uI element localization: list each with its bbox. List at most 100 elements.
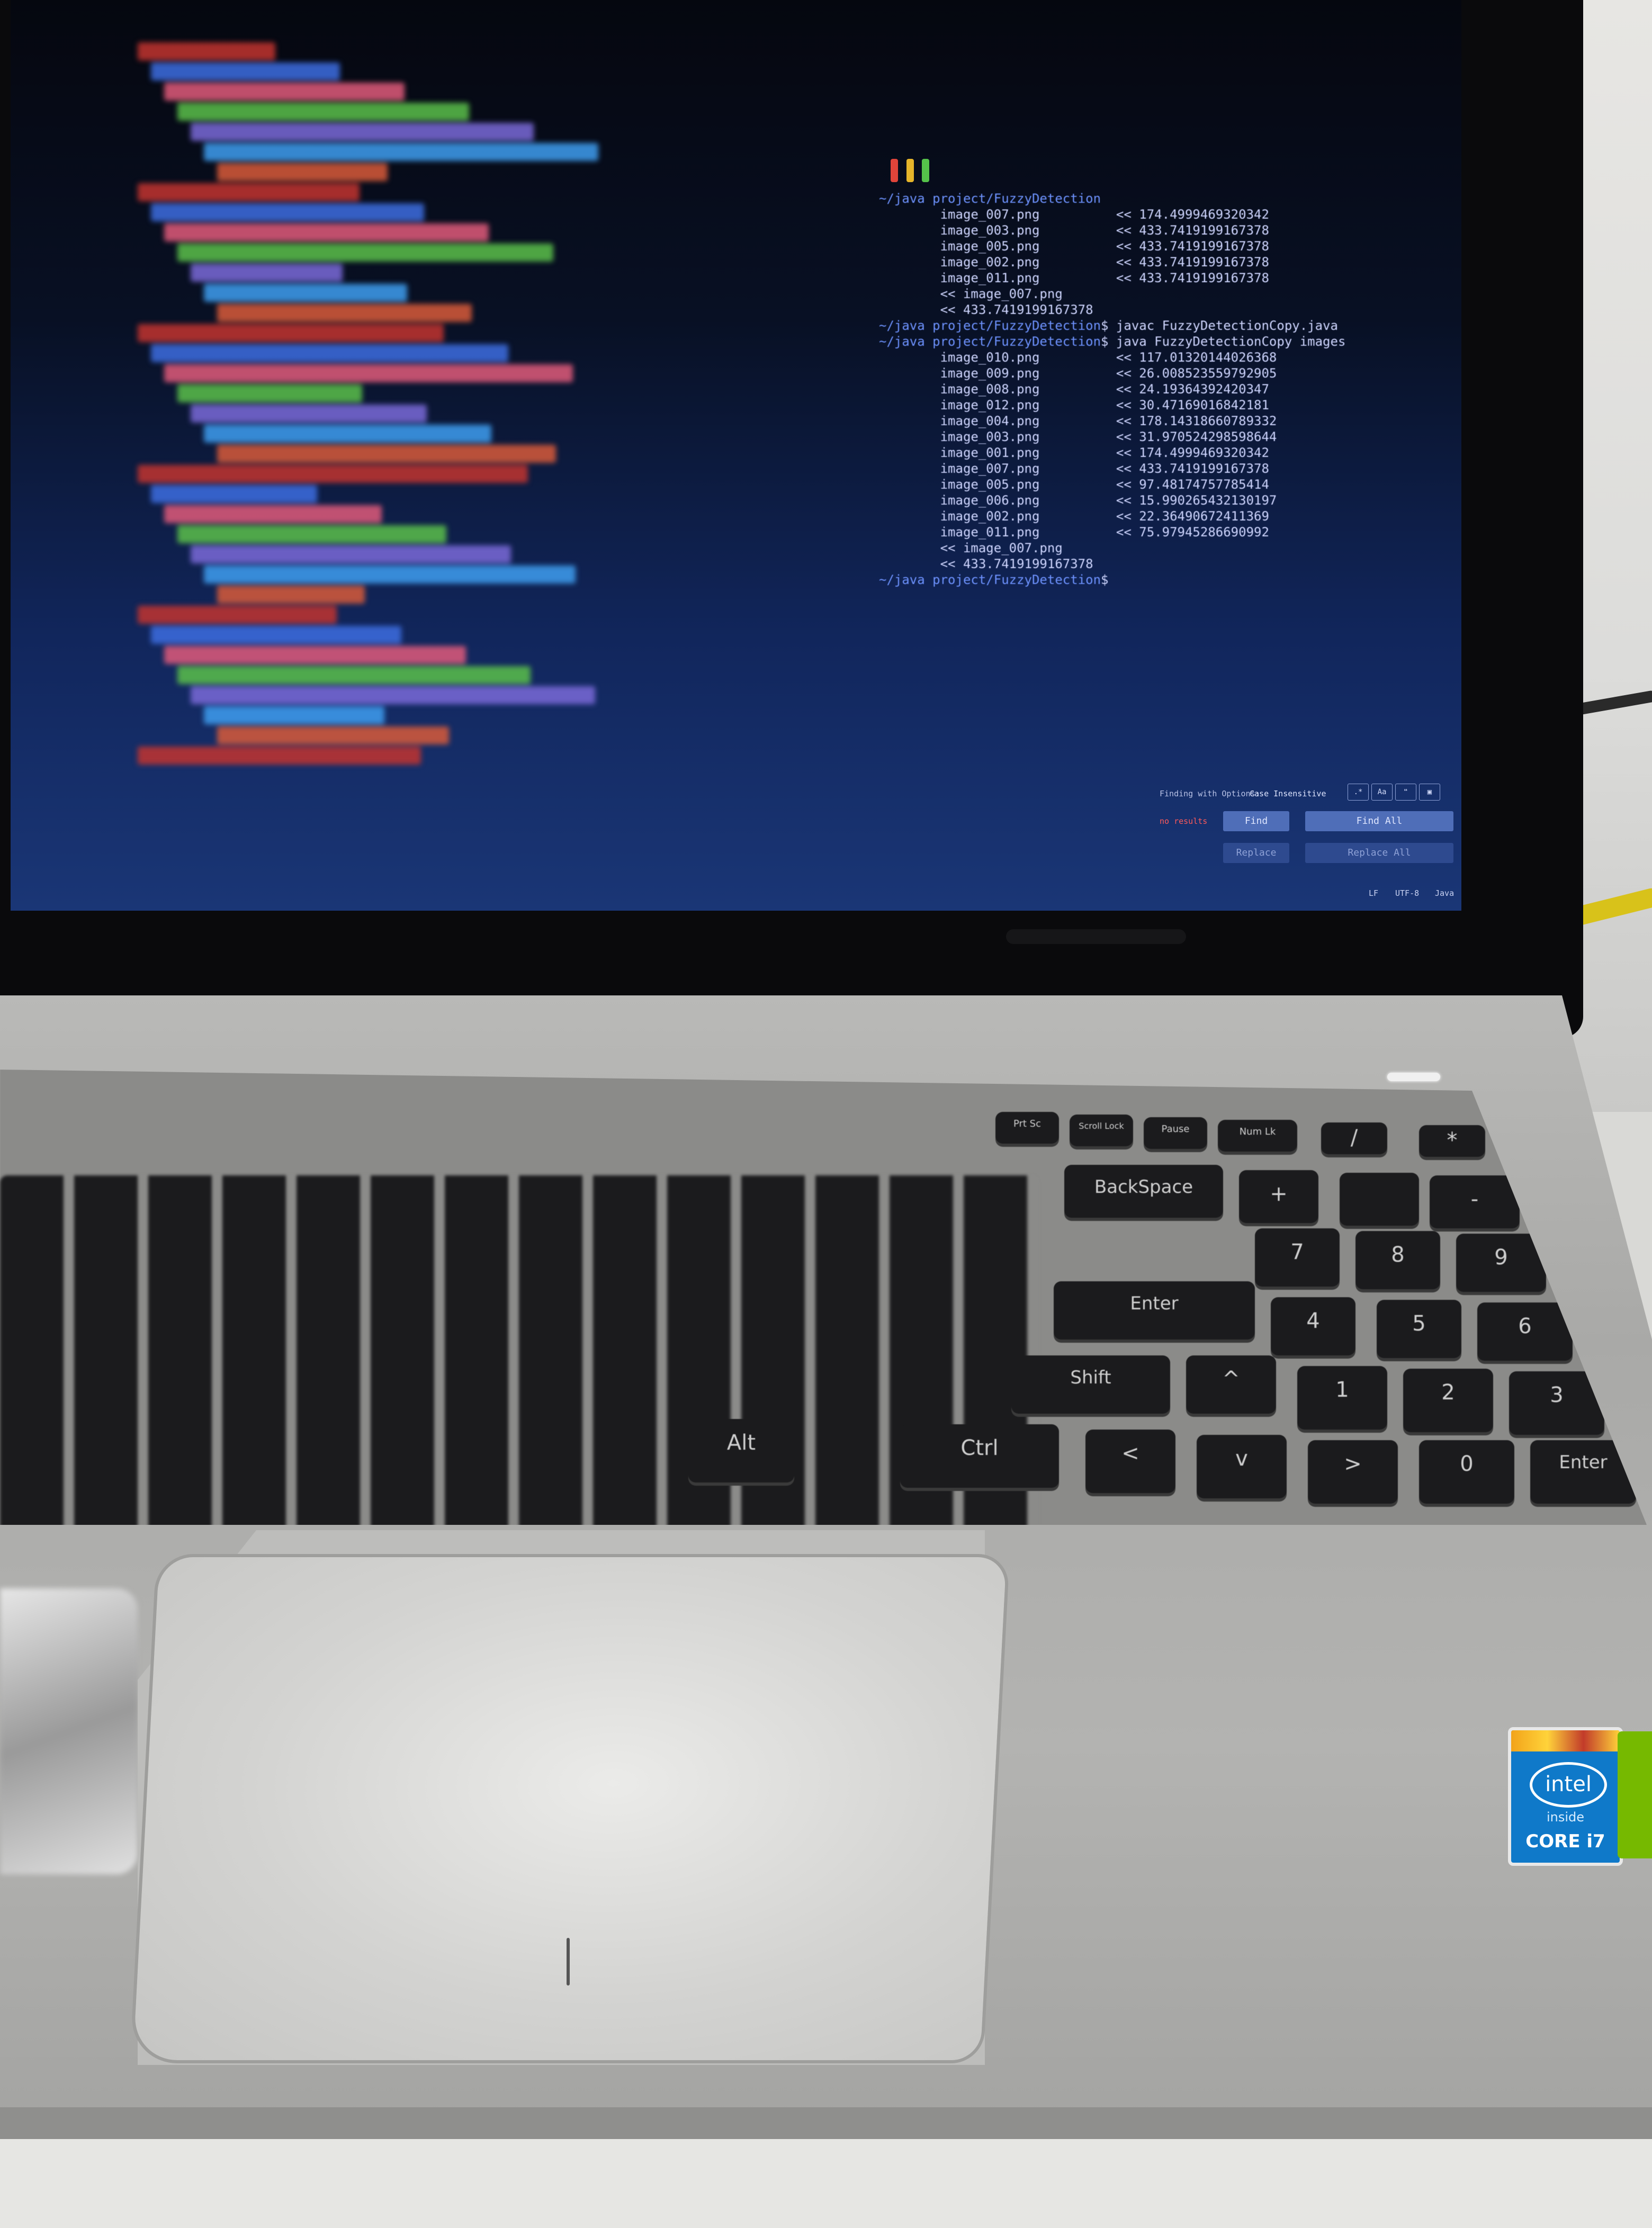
key-numpad-8[interactable]: 8 <box>1355 1231 1440 1289</box>
code-line <box>191 686 595 704</box>
key-arrow-down[interactable]: v <box>1197 1435 1287 1498</box>
terminal-output-line: image_005.png << 97.48174757785414 <box>879 477 1269 492</box>
find-button[interactable]: Find <box>1223 811 1289 831</box>
close-window-icon[interactable] <box>891 159 898 182</box>
key-scroll-lock[interactable]: Scroll Lock <box>1070 1115 1133 1146</box>
replace-all-button[interactable]: Replace All <box>1305 843 1453 863</box>
regex-toggle[interactable]: .* <box>1348 784 1369 801</box>
case-mode-label[interactable]: Case Insensitive <box>1250 789 1326 798</box>
terminal-output-line: << image_007.png <box>879 541 1063 555</box>
key-alt[interactable]: Alt <box>688 1419 794 1483</box>
terminal-output-line: << image_007.png <box>879 286 1063 301</box>
terminal-output-line: image_012.png << 30.47169016842181 <box>879 398 1269 412</box>
key-numpad-slot[interactable] <box>1340 1173 1419 1226</box>
key-shift[interactable]: Shift <box>1011 1355 1170 1414</box>
gpu-sticker <box>1618 1731 1652 1858</box>
bezel-strip <box>1006 929 1186 944</box>
laptop-screen[interactable]: ~/java project/FuzzyDetection image_007.… <box>11 0 1461 911</box>
key-pause[interactable]: Pause <box>1144 1117 1207 1149</box>
code-editor-pane[interactable] <box>116 32 752 826</box>
terminal-output-line: image_005.png << 433.7419199167378 <box>879 239 1269 254</box>
alpha-keys[interactable] <box>0 1175 1038 1525</box>
code-line <box>138 606 337 624</box>
terminal-output-line: image_003.png << 433.7419199167378 <box>879 223 1269 238</box>
intel-logo: intel <box>1530 1762 1607 1808</box>
terminal-output-line: image_003.png << 31.970524298598644 <box>879 429 1277 444</box>
code-line <box>151 203 424 221</box>
key-numpad-9[interactable]: 9 <box>1456 1234 1546 1292</box>
no-results-label: no results <box>1160 816 1208 826</box>
terminal-output-line: image_006.png << 15.990265432130197 <box>879 493 1277 508</box>
terminal-prompt-line: ~/java project/FuzzyDetection$ java Fuzz… <box>879 334 1345 349</box>
sticker-stripe <box>1511 1730 1620 1751</box>
encoding-status[interactable]: UTF-8 <box>1395 888 1419 898</box>
code-line <box>217 726 449 744</box>
terminal-window[interactable]: ~/java project/FuzzyDetection image_007.… <box>879 159 1461 587</box>
prompt-command[interactable]: $ java FuzzyDetectionCopy images <box>1101 334 1345 349</box>
key-numpad-minus[interactable]: - <box>1430 1175 1520 1228</box>
key-backspace[interactable]: BackSpace <box>1064 1165 1223 1218</box>
prompt-path: ~/java project/FuzzyDetection <box>879 191 1101 206</box>
code-line <box>204 284 407 302</box>
touchpad[interactable] <box>129 1554 1010 2063</box>
code-line <box>138 42 275 60</box>
code-line <box>151 626 401 644</box>
whole-word-toggle[interactable]: ❝ <box>1395 784 1416 801</box>
key-divide[interactable]: / <box>1321 1122 1387 1154</box>
find-all-button[interactable]: Find All <box>1305 811 1453 831</box>
power-indicator <box>1387 1073 1440 1081</box>
key-prtsc[interactable]: Prt Sc <box>995 1112 1059 1144</box>
key-numpad-0[interactable]: 0 <box>1419 1440 1514 1504</box>
intel-sticker: intel inside CORE i7 <box>1508 1727 1623 1866</box>
code-line <box>191 123 534 141</box>
code-line <box>138 465 528 483</box>
terminal-output-line: << 433.7419199167378 <box>879 302 1093 317</box>
key-arrow-up[interactable]: ^ <box>1186 1355 1276 1414</box>
code-line <box>164 83 405 101</box>
intel-inside-label: inside <box>1546 1810 1585 1825</box>
laptop-front-edge <box>0 2107 1652 2139</box>
minimize-window-icon[interactable] <box>906 159 914 182</box>
line-ending-status[interactable]: LF <box>1369 888 1378 898</box>
code-line <box>138 324 444 342</box>
in-selection-toggle[interactable]: ▣ <box>1419 784 1440 801</box>
prompt-path: ~/java project/FuzzyDetection <box>879 572 1101 587</box>
code-line <box>204 143 598 161</box>
touchpad-mark <box>567 1938 570 1986</box>
key-multiply[interactable]: * <box>1419 1125 1485 1157</box>
case-toggle[interactable]: Aa <box>1371 784 1393 801</box>
key-numlock[interactable]: Num Lk <box>1218 1120 1297 1152</box>
key-numpad-2[interactable]: 2 <box>1403 1369 1493 1432</box>
language-status[interactable]: Java <box>1435 888 1454 898</box>
code-line <box>164 646 466 664</box>
terminal-output-line: image_008.png << 24.19364392420347 <box>879 382 1269 397</box>
replace-button[interactable]: Replace <box>1223 843 1289 863</box>
code-line <box>177 103 469 121</box>
prompt-command[interactable]: $ <box>1101 572 1116 587</box>
key-numpad-1[interactable]: 1 <box>1297 1366 1387 1430</box>
key-numpad-4[interactable]: 4 <box>1271 1297 1355 1355</box>
intel-core-label: CORE i7 <box>1525 1831 1605 1852</box>
maximize-window-icon[interactable] <box>922 159 930 182</box>
key-enter[interactable]: Enter <box>1054 1281 1255 1340</box>
code-line <box>191 264 343 282</box>
key-arrow-left[interactable]: < <box>1085 1430 1175 1493</box>
code-line <box>138 183 360 201</box>
key-numpad-6[interactable]: 6 <box>1477 1302 1573 1361</box>
desk-surface <box>0 2139 1652 2228</box>
code-line <box>151 344 508 362</box>
terminal-output-line: image_011.png << 433.7419199167378 <box>879 271 1269 285</box>
terminal-output-line: image_009.png << 26.008523559792905 <box>879 366 1277 381</box>
key-numpad-7[interactable]: 7 <box>1255 1228 1340 1287</box>
laptop-lid: ~/java project/FuzzyDetection image_007.… <box>0 0 1583 1038</box>
key-numpad-5[interactable]: 5 <box>1377 1300 1461 1358</box>
find-replace-panel: Finding with Options: Case Insensitive .… <box>1160 784 1461 911</box>
terminal-output-line: image_007.png << 433.7419199167378 <box>879 461 1269 476</box>
terminal-output-line: image_011.png << 75.97945286690992 <box>879 525 1269 540</box>
code-line <box>191 405 427 423</box>
key-ctrl[interactable]: Ctrl <box>900 1424 1059 1488</box>
key-numpad-plus[interactable]: + <box>1239 1170 1318 1223</box>
key-arrow-right[interactable]: > <box>1308 1440 1398 1504</box>
window-controls <box>891 159 932 184</box>
prompt-command[interactable]: $ javac FuzzyDetectionCopy.java <box>1101 318 1338 333</box>
